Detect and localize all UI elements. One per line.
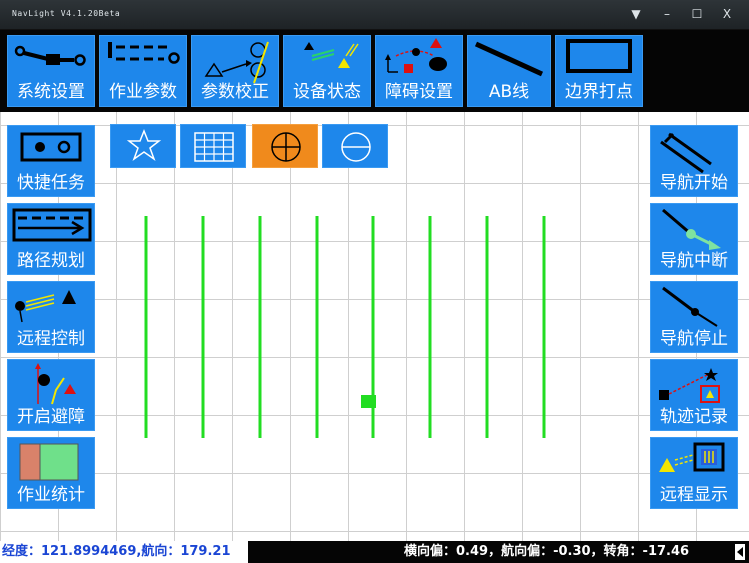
- work-statistics-label: 作业统计: [17, 485, 85, 505]
- deviation-readout: 横向偏：0.49，航向偏：-0.30，转角：-17.46: [404, 544, 690, 559]
- dropdown-icon[interactable]: ▼: [627, 6, 645, 22]
- window-title: NavLight V4.1.20Beta: [12, 9, 121, 18]
- ab-line-button[interactable]: AB线: [467, 35, 551, 107]
- crosshair-icon: [271, 132, 301, 162]
- quick-task-button[interactable]: 快捷任务: [7, 125, 95, 197]
- nav-stop-label: 导航停止: [660, 329, 728, 349]
- track-record-button[interactable]: 轨迹记录: [650, 359, 738, 431]
- path-plot: [144, 216, 546, 438]
- status-end-icon: [735, 544, 745, 560]
- vehicle-position-marker: [361, 395, 376, 408]
- nav-start-label: 导航开始: [660, 173, 728, 193]
- nav-start-button[interactable]: 导航开始: [650, 125, 738, 197]
- calibration-label: 参数校正: [201, 82, 269, 102]
- boundary-point-label: 边界打点: [565, 82, 633, 102]
- map-canvas[interactable]: 快捷任务 路径规划 远程控制 开启避障 作业统计 导航开始 导航中断 导航停止 …: [0, 112, 749, 541]
- view-mode-horizontal-button[interactable]: [322, 124, 388, 168]
- status-bar: 经度：121.8994469,航向：179.21 横向偏：0.49，航向偏：-0…: [0, 541, 749, 563]
- grid-icon: [194, 132, 234, 162]
- path-plan-button[interactable]: 路径规划: [7, 203, 95, 275]
- view-mode-star-button[interactable]: [110, 124, 176, 168]
- app-window: NavLight V4.1.20Beta ▼ – ☐ X 系统设置 作业参数 参…: [0, 0, 749, 563]
- nav-stop-button[interactable]: 导航停止: [650, 281, 738, 353]
- obstacle-settings-button[interactable]: 障碍设置: [375, 35, 463, 107]
- track-record-label: 轨迹记录: [660, 407, 728, 427]
- planned-path-lines: [144, 216, 546, 438]
- system-settings-button[interactable]: 系统设置: [7, 35, 95, 107]
- star-icon: [126, 128, 162, 161]
- remote-display-label: 远程显示: [660, 485, 728, 505]
- title-bar: NavLight V4.1.20Beta ▼ – ☐ X: [0, 0, 749, 30]
- work-statistics-button[interactable]: 作业统计: [7, 437, 95, 509]
- calibration-button[interactable]: 参数校正: [191, 35, 279, 107]
- view-mode-crosshair-button[interactable]: [252, 124, 318, 168]
- top-toolbar: 系统设置 作业参数 参数校正 设备状态 障碍设置 AB线 边界打点: [0, 30, 749, 112]
- nav-pause-button[interactable]: 导航中断: [650, 203, 738, 275]
- work-params-label: 作业参数: [109, 82, 177, 102]
- device-status-button[interactable]: 设备状态: [283, 35, 371, 107]
- avoid-obstacle-label: 开启避障: [17, 407, 85, 427]
- obstacle-settings-label: 障碍设置: [385, 82, 453, 102]
- nav-pause-label: 导航中断: [660, 251, 728, 271]
- quick-task-label: 快捷任务: [17, 173, 85, 193]
- view-mode-grid-button[interactable]: [180, 124, 246, 168]
- remote-control-label: 远程控制: [17, 329, 85, 349]
- maximize-icon[interactable]: ☐: [688, 6, 706, 22]
- device-status-label: 设备状态: [293, 82, 361, 102]
- system-settings-label: 系统设置: [17, 82, 85, 102]
- minimize-icon[interactable]: –: [658, 6, 676, 22]
- path-plan-label: 路径规划: [17, 251, 85, 271]
- close-icon[interactable]: X: [718, 6, 736, 22]
- avoid-obstacle-button[interactable]: 开启避障: [7, 359, 95, 431]
- remote-display-button[interactable]: 远程显示: [650, 437, 738, 509]
- remote-control-button[interactable]: 远程控制: [7, 281, 95, 353]
- position-heading-readout: 经度：121.8994469,航向：179.21: [0, 541, 248, 563]
- ab-line-label: AB线: [488, 82, 530, 102]
- circle-minus-icon: [341, 132, 371, 162]
- work-params-button[interactable]: 作业参数: [99, 35, 187, 107]
- boundary-point-button[interactable]: 边界打点: [555, 35, 643, 107]
